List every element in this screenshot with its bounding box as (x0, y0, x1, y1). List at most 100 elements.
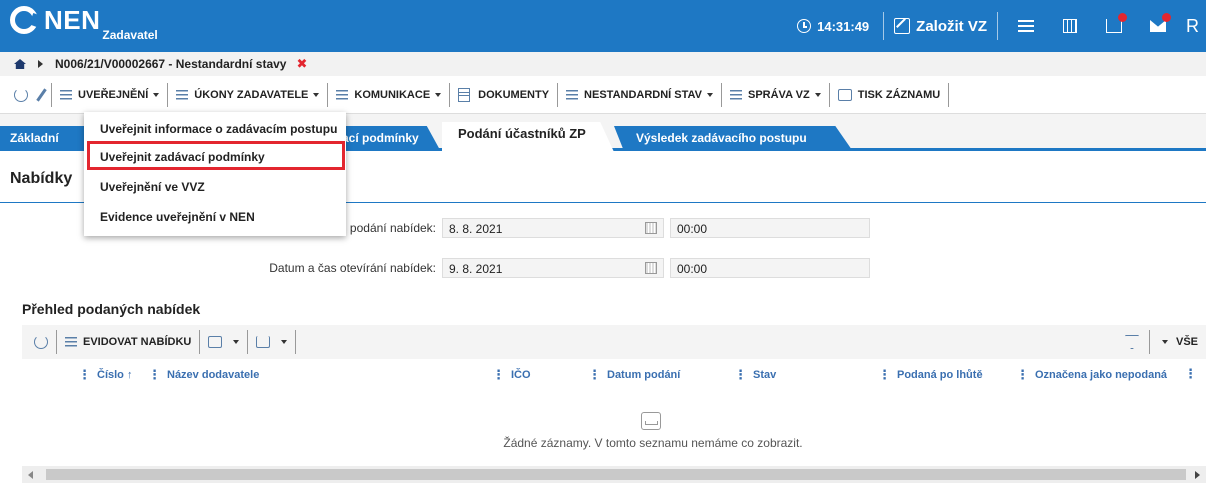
column-menu-icon[interactable]: ⋮ (1016, 368, 1029, 381)
komunikace-menu-button[interactable]: KOMUNIKACE (330, 82, 447, 108)
clock-icon (797, 19, 812, 33)
logo-text: NEN (44, 5, 101, 35)
top-bar: NEN Zadavatel 14:31:49 Založit VZ R (0, 0, 1206, 52)
chevron-down-icon (313, 92, 320, 97)
column-label: Označena jako nepodaná (1035, 369, 1168, 381)
divider (828, 82, 830, 107)
action-toolbar: UVEŘEJNĚNÍ ÚKONY ZADAVATELE KOMUNIKACE D… (0, 76, 1206, 114)
menu-item-evidence-uverejneni[interactable]: Evidence uveřejnění v NEN (100, 210, 255, 224)
column-cislo[interactable]: ⋮ Číslo ↑ (78, 368, 132, 381)
grid-refresh-button[interactable] (28, 329, 54, 355)
logo-subtitle: Zadavatel (102, 28, 158, 42)
column-menu-icon[interactable]: ⋮ (878, 368, 891, 381)
menu-item-uverejnit-informace[interactable]: Uveřejnit informace o zadávacím postupu (100, 122, 337, 136)
divider (167, 82, 169, 107)
export-icon (256, 336, 271, 348)
uverejneni-dropdown-menu: Uveřejnit informace o zadávacím postupu … (84, 112, 346, 236)
home-icon[interactable] (14, 59, 26, 69)
column-menu-icon[interactable]: ⋮ (588, 368, 601, 381)
pencil-icon (36, 87, 47, 102)
document-icon (458, 87, 471, 102)
dokumenty-button[interactable]: DOKUMENTY (452, 82, 555, 108)
column-datum-podani[interactable]: ⋮ Datum podání (588, 368, 680, 381)
scrollbar-thumb[interactable] (46, 469, 1186, 480)
tab-vysledek[interactable]: Výsledek zadávacího postupu (614, 126, 852, 150)
session-clock: 14:31:49 (797, 19, 869, 34)
nen-logo[interactable]: NEN Zadavatel (10, 5, 158, 42)
user-menu-button[interactable]: R (1180, 8, 1206, 44)
chevron-down-icon (814, 92, 821, 97)
divider (557, 82, 559, 107)
sprava-menu-button[interactable]: SPRÁVA VZ (724, 82, 827, 108)
breadcrumb-current[interactable]: N006/21/V00002667 - Nestandardní stavy (55, 57, 286, 71)
refresh-icon (14, 87, 28, 102)
list-icon (60, 89, 72, 100)
deadline-label: podání nabídek: (349, 221, 436, 235)
deadline-date-field[interactable]: 8. 8. 2021 (442, 218, 664, 238)
hamburger-icon (1018, 17, 1034, 35)
filter-all-label[interactable]: VŠE (1176, 336, 1198, 348)
evidovat-label: EVIDOVAT NABÍDKU (83, 336, 192, 348)
divider (247, 330, 249, 354)
refresh-button[interactable] (8, 82, 34, 108)
menu-button[interactable] (1004, 8, 1048, 44)
print-icon (208, 336, 223, 348)
grid-export-button[interactable] (250, 329, 293, 355)
tisk-button[interactable]: TISK ZÁZNAMU (832, 82, 947, 108)
empty-state-text: Žádné záznamy. V tomto seznamu nemáme co… (503, 436, 803, 450)
calendar-icon[interactable] (645, 262, 657, 274)
nestandardni-menu-button[interactable]: NESTANDARDNÍ STAV (560, 82, 719, 108)
column-oznacena-nepodana[interactable]: ⋮ Označena jako nepodaná (1016, 368, 1168, 381)
opening-time-field[interactable]: 00:00 (670, 258, 870, 278)
column-stav[interactable]: ⋮ Stav (734, 368, 777, 381)
dokumenty-label: DOKUMENTY (478, 88, 550, 101)
deadline-time-field[interactable]: 00:00 (670, 218, 870, 238)
edit-button[interactable] (34, 82, 49, 108)
close-icon[interactable]: ✖ (296, 56, 307, 72)
horizontal-scrollbar[interactable] (22, 466, 1206, 483)
notification-badge (1118, 13, 1127, 22)
messages-button[interactable] (1136, 8, 1180, 44)
column-more[interactable]: ⋮ (1184, 367, 1203, 380)
scroll-right-icon[interactable] (1195, 471, 1200, 479)
tab-label: Podání účastníků ZP (458, 126, 586, 141)
grid-filter-area: VŠE (1124, 325, 1198, 359)
nestandardni-label: NESTANDARDNÍ STAV (584, 88, 702, 101)
clock-time: 14:31:49 (817, 18, 870, 34)
menu-item-uverejneni-vvz[interactable]: Uveřejnění ve VVZ (100, 180, 205, 194)
inbox-button[interactable] (1092, 8, 1136, 44)
column-menu-icon[interactable]: ⋮ (148, 368, 161, 381)
column-menu-icon[interactable]: ⋮ (78, 368, 91, 381)
chevron-down-icon (281, 340, 288, 344)
column-podana-po-lhute[interactable]: ⋮ Podaná po lhůtě (878, 368, 983, 381)
grid-print-button[interactable] (202, 329, 245, 355)
divider (51, 82, 52, 107)
ukony-menu-button[interactable]: ÚKONY ZADAVATELE (170, 82, 325, 108)
opening-date-field[interactable]: 9. 8. 2021 (442, 258, 664, 278)
deadline-time-value: 00:00 (677, 222, 708, 236)
tab-podani-ucastniku[interactable]: Podání účastníků ZP (442, 122, 614, 152)
list-icon (176, 89, 189, 100)
column-label: Stav (753, 369, 777, 381)
tab-label: Základní (10, 131, 59, 145)
column-nazev[interactable]: ⋮ Název dodavatele (148, 368, 259, 381)
uverejneni-menu-button[interactable]: UVEŘEJNĚNÍ (54, 82, 165, 108)
notification-badge (1162, 13, 1171, 22)
divider (56, 330, 57, 354)
calendar-icon[interactable] (645, 222, 657, 234)
create-contract-label: Založit VZ (916, 17, 987, 35)
column-menu-icon[interactable]: ⋮ (492, 368, 505, 381)
divider (997, 12, 998, 40)
column-menu-icon[interactable]: ⋮ (734, 368, 747, 381)
column-menu-icon[interactable]: ⋮ (1184, 367, 1197, 380)
create-contract-button[interactable]: Založit VZ (890, 18, 991, 35)
filter-icon[interactable] (1124, 335, 1139, 349)
scroll-left-icon[interactable] (28, 471, 33, 479)
list-icon (566, 89, 579, 100)
section-title: Nabídky (10, 170, 73, 187)
grid-header: ⋮ Číslo ↑ ⋮ Název dodavatele ⋮ IČO ⋮ Datum p… (22, 359, 1206, 393)
chevron-down-icon[interactable] (1161, 340, 1168, 344)
column-ico[interactable]: ⋮ IČO (492, 368, 531, 381)
calculator-button[interactable] (1048, 8, 1092, 44)
evidovat-nabidku-button[interactable]: EVIDOVAT NABÍDKU (59, 329, 197, 355)
